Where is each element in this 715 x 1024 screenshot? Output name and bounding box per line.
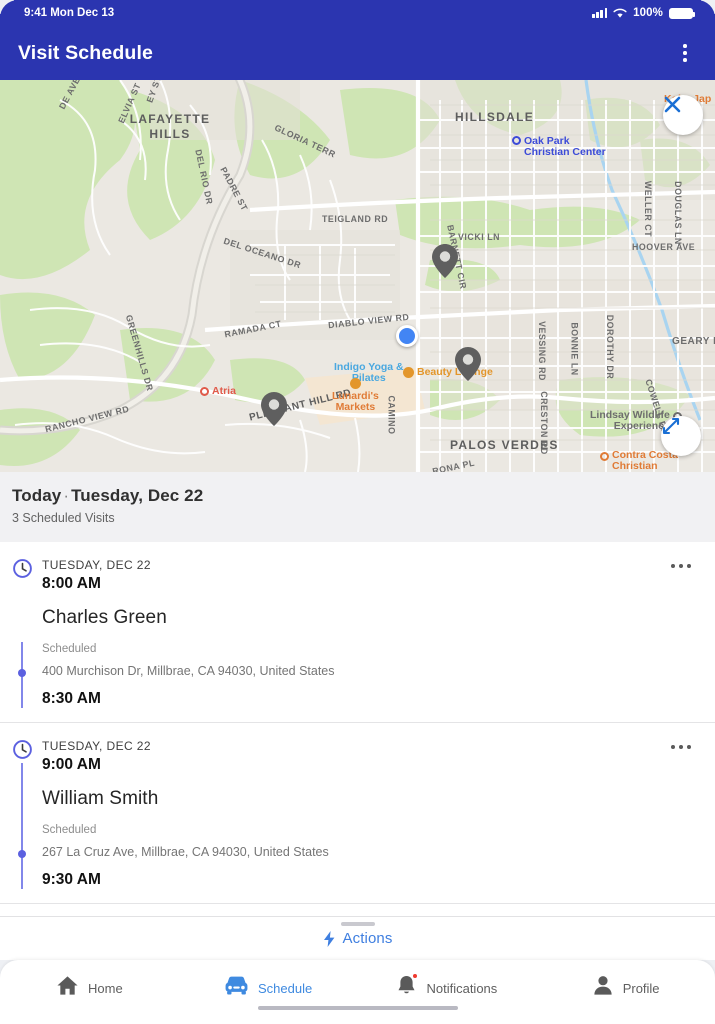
home-indicator	[257, 1006, 458, 1010]
visit-address: 400 Murchison Dr, Millbrae, CA 94030, Un…	[42, 664, 335, 678]
visit-client-name: Charles Green	[42, 607, 167, 628]
visit-body: TUESDAY, DEC 22 9:00 AM William Smith Sc…	[42, 739, 715, 889]
nav-item-schedule[interactable]: Schedule	[179, 960, 358, 1002]
app-bar: Visit Schedule	[0, 26, 715, 80]
close-icon[interactable]	[663, 95, 703, 135]
nav-item-profile[interactable]: Profile	[536, 960, 715, 1002]
visit-card[interactable]: TUESDAY, DEC 22 9:00 AM William Smith Sc…	[0, 723, 715, 904]
actions-sheet[interactable]: Actions	[0, 916, 715, 960]
page-title: Visit Schedule	[18, 41, 154, 64]
visit-start-time: 8:00 AM	[42, 575, 101, 592]
person-icon	[592, 974, 614, 1002]
timeline-end-dot	[18, 850, 26, 858]
expand-fullscreen-icon[interactable]	[661, 416, 701, 456]
nav-item-notifications[interactable]: Notifications	[358, 960, 537, 1002]
timeline-line	[21, 763, 23, 889]
visit-date: TUESDAY, DEC 22	[42, 558, 151, 572]
car-icon	[224, 974, 249, 1002]
more-options-icon[interactable]	[663, 737, 699, 757]
status-bar-time: 9:41 Mon Dec 13	[24, 7, 115, 19]
map-canvas	[0, 80, 715, 472]
status-bar: 9:41 Mon Dec 13 100%	[0, 0, 715, 26]
battery-percent-label: 100%	[633, 7, 663, 19]
bottom-navigation: Home Schedule Notifications Profile	[0, 960, 715, 1024]
home-icon	[56, 974, 79, 1002]
nav-label-profile: Profile	[622, 980, 660, 996]
battery-full-icon	[669, 7, 696, 19]
visit-date: TUESDAY, DEC 22	[42, 739, 151, 753]
cellular-signal-icon	[592, 8, 608, 18]
today-title-row: Today · Tuesday, Dec 22	[12, 486, 715, 506]
visit-list[interactable]: TUESDAY, DEC 22 8:00 AM Charles Green Sc…	[0, 542, 715, 920]
timeline-end-dot	[18, 669, 26, 677]
nav-label-notifications: Notifications	[426, 980, 498, 996]
timeline	[12, 739, 34, 760]
today-header: Today · Tuesday, Dec 22 3 Scheduled Visits	[0, 472, 715, 542]
today-separator: ·	[63, 486, 70, 505]
nav-item-home[interactable]: Home	[0, 960, 179, 1002]
visit-status: Scheduled	[42, 643, 97, 655]
kebab-menu-icon[interactable]	[675, 38, 695, 67]
wifi-icon	[613, 8, 627, 18]
timeline	[12, 558, 34, 579]
clock-icon	[13, 740, 32, 759]
clock-icon	[13, 559, 32, 578]
map-view[interactable]: LAFAYETTE HILLS HILLSDALE PALOS VERDES DE…	[0, 80, 715, 472]
app-root: 9:41 Mon Dec 13 100% Visit Schedule LAFA…	[0, 0, 715, 1024]
nav-label-schedule: Schedule	[258, 980, 313, 996]
visit-status: Scheduled	[42, 824, 97, 836]
status-bar-indicators: 100%	[592, 7, 696, 19]
visit-client-name: William Smith	[42, 788, 159, 809]
more-options-icon[interactable]	[663, 556, 699, 576]
scheduled-visits-count: 3 Scheduled Visits	[12, 511, 115, 525]
lightning-bolt-icon	[323, 930, 334, 947]
visit-card[interactable]: TUESDAY, DEC 22 8:00 AM Charles Green Sc…	[0, 542, 715, 723]
visit-body: TUESDAY, DEC 22 8:00 AM Charles Green Sc…	[42, 558, 715, 708]
visit-end-time: 8:30 AM	[42, 690, 101, 707]
user-location-dot	[396, 325, 418, 347]
visit-end-time: 9:30 AM	[42, 871, 101, 888]
nav-label-home: Home	[88, 980, 123, 996]
notification-badge	[412, 973, 419, 979]
today-label: Today	[12, 486, 62, 505]
visit-start-time: 9:00 AM	[42, 756, 101, 773]
bell-icon	[396, 973, 419, 1002]
today-date: Tuesday, Dec 22	[71, 486, 204, 505]
actions-label: Actions	[342, 930, 393, 947]
drag-handle[interactable]	[340, 922, 375, 926]
visit-address: 267 La Cruz Ave, Millbrae, CA 94030, Uni…	[42, 845, 329, 859]
